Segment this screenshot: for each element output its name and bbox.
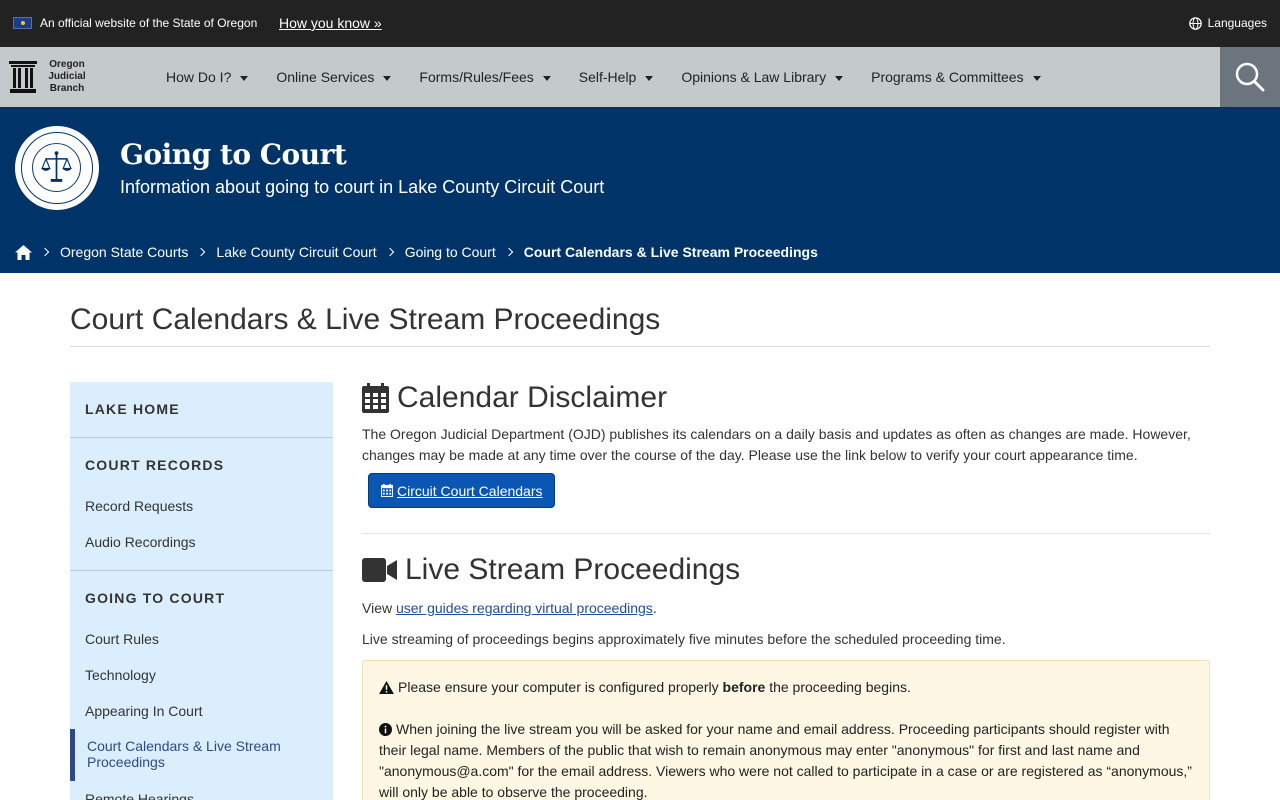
nav-menu: How Do I? Online Services Forms/Rules/Fe… xyxy=(166,68,1041,86)
sidebar-item-audio-recordings[interactable]: Audio Recordings xyxy=(85,533,196,551)
live-stream-heading-row: Live Stream Proceedings xyxy=(362,552,740,588)
warning-icon xyxy=(379,681,394,694)
nav-label: Self-Help xyxy=(578,69,637,85)
live-stream-heading: Live Stream Proceedings xyxy=(405,553,741,586)
breadcrumb-lake-county[interactable]: Lake County Circuit Court xyxy=(216,243,376,261)
video-camera-icon xyxy=(362,558,397,582)
caret-down-icon xyxy=(835,75,844,81)
live-stream-notice: Please ensure your computer is configure… xyxy=(362,660,1210,800)
languages-button[interactable]: Languages xyxy=(1188,15,1267,31)
calendar-icon xyxy=(362,383,389,413)
calendar-disclaimer-heading: Calendar Disclaimer xyxy=(397,381,668,414)
view-guides-text: View user guides regarding virtual proce… xyxy=(362,598,1210,619)
caret-down-icon xyxy=(645,75,654,81)
caret-down-icon xyxy=(240,75,249,81)
chevron-right-icon xyxy=(197,247,206,257)
sidebar-court-records[interactable]: COURT RECORDS xyxy=(85,456,224,474)
breadcrumb-current: Court Calendars & Live Stream Proceeding… xyxy=(523,244,818,260)
view-suffix: . xyxy=(652,600,657,616)
main-content: Calendar Disclaimer The Oregon Judicial … xyxy=(362,380,1210,800)
calendar-disclaimer-text: The Oregon Judicial Department (OJD) pub… xyxy=(362,426,1191,463)
home-icon xyxy=(15,244,32,260)
caret-down-icon xyxy=(542,75,551,81)
caret-down-icon xyxy=(383,75,392,81)
oregon-flag-icon xyxy=(13,17,32,29)
chevron-right-icon xyxy=(385,247,394,257)
breadcrumb: Oregon State Courts Lake County Circuit … xyxy=(15,243,818,261)
logo-line-2: Judicial xyxy=(48,71,86,82)
user-guides-link[interactable]: user guides regarding virtual proceeding… xyxy=(396,600,653,616)
logo-line-3: Branch xyxy=(49,83,85,94)
chevron-right-icon xyxy=(40,247,50,257)
info-icon xyxy=(379,723,392,736)
calendar-icon xyxy=(381,484,393,497)
nav-online-services[interactable]: Online Services xyxy=(276,68,392,86)
search-icon xyxy=(1235,62,1265,92)
sidebar-divider xyxy=(70,570,333,571)
sidebar-lake-home[interactable]: LAKE HOME xyxy=(85,400,180,418)
nav-label: Programs & Committees xyxy=(871,69,1024,85)
sidebar-nav: LAKE HOME COURT RECORDS Record Requests … xyxy=(70,382,333,800)
official-text: An official website of the State of Oreg… xyxy=(40,16,258,30)
scales-of-justice-icon xyxy=(32,143,81,192)
official-banner: An official website of the State of Oreg… xyxy=(0,0,1280,47)
sidebar-divider xyxy=(70,437,333,438)
nav-self-help[interactable]: Self-Help xyxy=(579,68,654,86)
breadcrumb-oregon-state-courts[interactable]: Oregon State Courts xyxy=(60,243,188,261)
languages-label: Languages xyxy=(1207,16,1267,30)
how-you-know-link[interactable]: How you know » xyxy=(279,14,382,32)
nav-forms-rules-fees[interactable]: Forms/Rules/Fees xyxy=(419,68,551,86)
notice-1-bold: before xyxy=(722,679,766,695)
sidebar-item-court-calendars[interactable]: Court Calendars & Live Stream Proceeding… xyxy=(70,729,333,781)
button-label: Circuit Court Calendars xyxy=(397,482,543,499)
sidebar-item-court-rules[interactable]: Court Rules xyxy=(85,630,159,648)
notice-1-post: the proceeding begins. xyxy=(765,679,911,695)
notice-1-pre: Please ensure your computer is configure… xyxy=(398,679,723,695)
sidebar-item-label: Court Calendars & Live Stream Proceeding… xyxy=(87,738,281,770)
breadcrumb-home-link[interactable] xyxy=(15,244,32,260)
page-banner: Going to Court Information about going t… xyxy=(0,107,1280,273)
judicial-seal xyxy=(15,126,99,210)
sidebar-item-technology[interactable]: Technology xyxy=(85,666,156,684)
title-divider xyxy=(70,346,1210,347)
view-prefix: View xyxy=(362,600,396,616)
nav-how-do-i[interactable]: How Do I? xyxy=(166,68,249,86)
nav-label: How Do I? xyxy=(166,69,232,85)
nav-label: Forms/Rules/Fees xyxy=(419,69,534,85)
sidebar-item-remote-hearings[interactable]: Remote Hearings xyxy=(85,790,194,800)
banner-title: Going to Court xyxy=(120,138,347,171)
banner-subtitle: Information about going to court in Lake… xyxy=(120,177,605,197)
nav-label: Online Services xyxy=(276,69,375,85)
chevron-right-icon xyxy=(504,247,514,257)
caret-down-icon xyxy=(1032,75,1041,81)
section-divider xyxy=(362,533,1210,534)
notice-2-text: When joining the live stream you will be… xyxy=(379,721,1192,800)
page-title: Court Calendars & Live Stream Proceeding… xyxy=(70,303,661,336)
logo-line-1: Oregon xyxy=(49,59,85,70)
ojd-logo[interactable]: Oregon Judicial Branch xyxy=(9,59,89,95)
sidebar-going-to-court[interactable]: GOING TO COURT xyxy=(85,589,225,607)
notice-registration: When joining the live stream you will be… xyxy=(379,719,1193,800)
calendar-disclaimer-heading-row: Calendar Disclaimer xyxy=(362,380,1210,416)
main-navigation: Oregon Judicial Branch How Do I? Online … xyxy=(0,47,1280,107)
nav-programs-committees[interactable]: Programs & Committees xyxy=(871,68,1041,86)
pillar-logo-icon xyxy=(9,61,37,93)
breadcrumb-going-to-court[interactable]: Going to Court xyxy=(405,243,496,261)
sidebar-item-appearing-in-court[interactable]: Appearing In Court xyxy=(85,702,203,720)
sidebar-item-record-requests[interactable]: Record Requests xyxy=(85,497,193,515)
nav-opinions-law-library[interactable]: Opinions & Law Library xyxy=(681,68,844,86)
circuit-court-calendars-button[interactable]: Circuit Court Calendars xyxy=(368,473,555,508)
logo-text: Oregon Judicial Branch xyxy=(45,59,89,95)
search-button[interactable] xyxy=(1220,47,1280,107)
seal-ring xyxy=(21,132,93,204)
globe-icon xyxy=(1188,16,1202,30)
nav-label: Opinions & Law Library xyxy=(681,69,827,85)
notice-configure: Please ensure your computer is configure… xyxy=(379,677,1193,698)
live-stream-timing-text: Live streaming of proceedings begins app… xyxy=(362,631,1006,647)
